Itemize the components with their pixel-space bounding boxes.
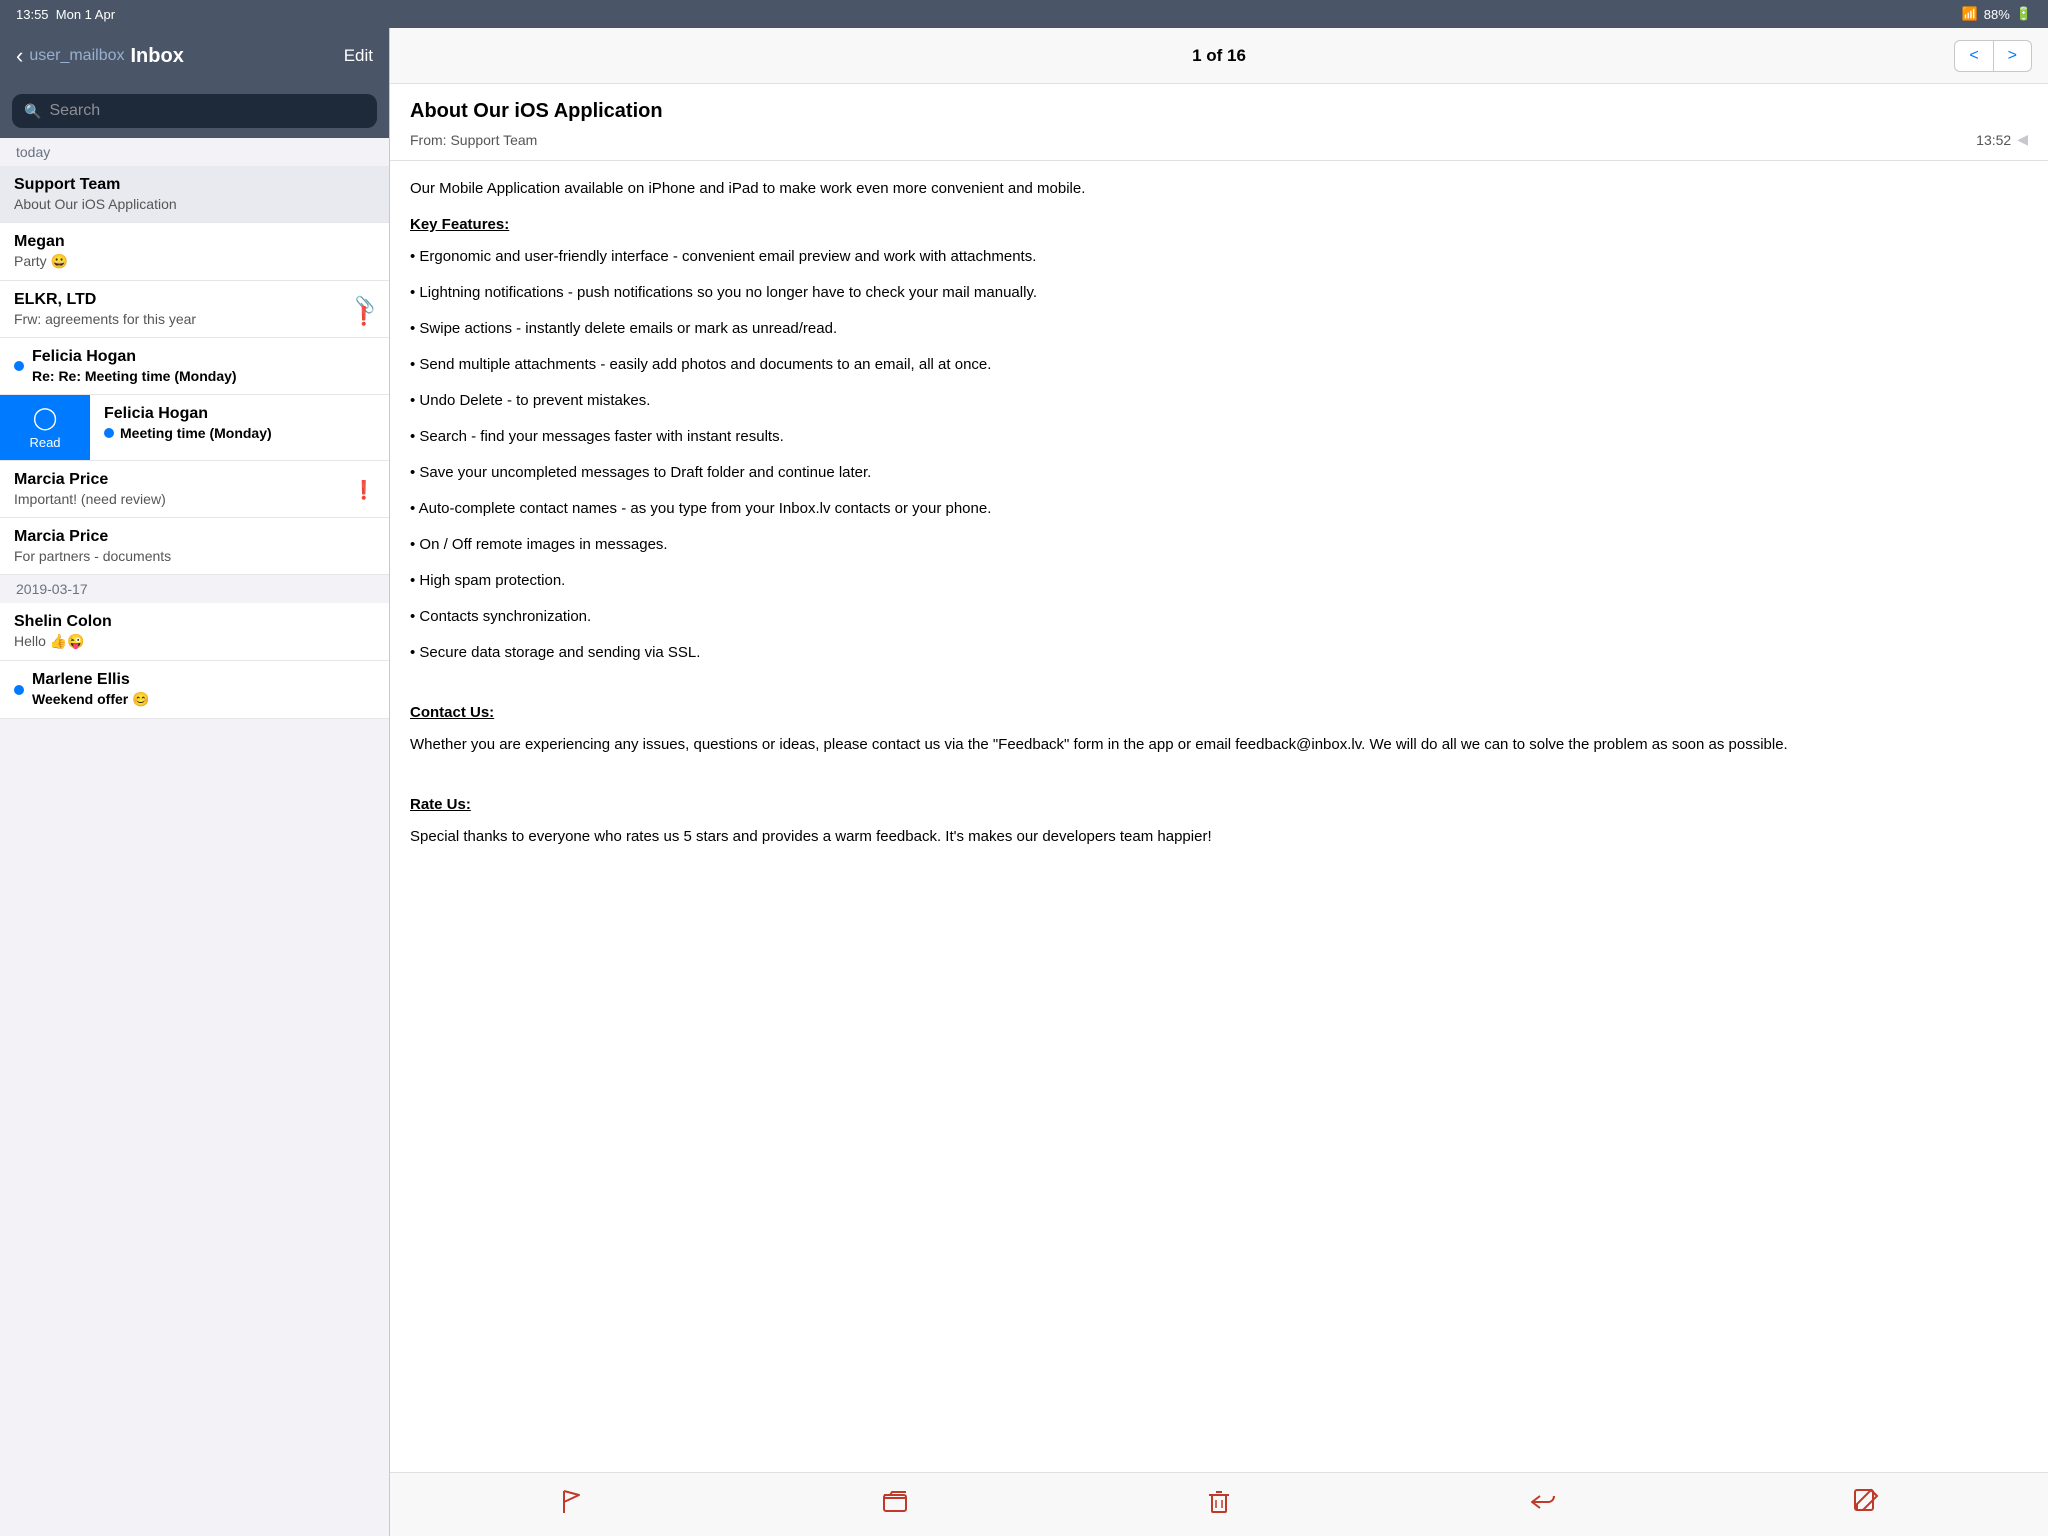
email-subject-swipe: Meeting time (Monday) [120,425,272,441]
email-sender: Marlene Ellis [32,671,375,689]
email-time-wrap: 13:52 ◀ [1976,131,2028,148]
nav-next-button[interactable]: > [1993,40,2032,72]
contact-us-text: Whether you are experiencing any issues,… [410,733,2028,757]
status-time-date: 13:55 Mon 1 Apr [16,7,115,22]
status-indicators: 📶 88% 🔋 [1962,6,2032,22]
reply-button[interactable] [1522,1480,1564,1529]
rate-us-text: Special thanks to everyone who rates us … [410,825,2028,849]
battery-label: 88% [1984,7,2010,22]
sidebar: ‹ user_mailbox Inbox Edit 🔍 Search today… [0,28,390,1536]
swipe-read-label: Read [29,435,60,450]
back-button[interactable]: ‹ [16,43,23,69]
rate-us-heading: Rate Us: [410,793,2028,817]
bullet-7: • Save your uncompleted messages to Draf… [410,461,2028,485]
nav-counter: 1 of 16 [1192,46,1246,66]
email-item-support[interactable]: Support Team About Our iOS Application [0,166,389,223]
sidebar-header-left: ‹ user_mailbox Inbox [16,43,184,69]
email-header: About Our iOS Application From: Support … [390,84,2048,161]
status-bar: 13:55 Mon 1 Apr 📶 88% 🔋 [0,0,2048,28]
unread-dot [14,685,24,695]
mailbox-name[interactable]: user_mailbox [29,47,124,65]
read-circle-icon: ◯ [33,405,58,431]
priority-icon: ❗ [353,480,375,498]
battery-icon: 🔋 [2016,6,2032,22]
email-item-megan[interactable]: Megan Party 😀 [0,223,389,281]
bullet-3: • Swipe actions - instantly delete email… [410,317,2028,341]
bullet-12: • Secure data storage and sending via SS… [410,641,2028,665]
email-body: Our Mobile Application available on iPho… [390,161,2048,1472]
email-subject: Re: Re: Meeting time (Monday) [32,368,375,384]
search-input-wrap[interactable]: 🔍 Search [12,94,377,128]
email-sender: Marcia Price [14,471,353,489]
email-title: About Our iOS Application [410,100,2028,123]
folder-button[interactable] [874,1480,916,1529]
email-sender: Shelin Colon [14,613,375,631]
key-features-bullets: • Ergonomic and user-friendly interface … [410,245,2028,665]
bullet-6: • Search - find your messages faster wit… [410,425,2028,449]
email-list: today Support Team About Our iOS Applica… [0,138,389,1536]
swipe-content[interactable]: Felicia Hogan Meeting time (Monday) [90,395,389,460]
email-subject: Hello 👍😜 [14,633,375,650]
email-subject: Important! (need review) [14,491,353,507]
email-sender: Felicia Hogan [32,348,375,366]
contact-us-heading: Contact Us: [410,701,2028,725]
section-today: today [0,138,389,166]
content-pane: 1 of 16 < > About Our iOS Application Fr… [390,28,2048,1536]
bullet-10: • High spam protection. [410,569,2028,593]
bullet-1: • Ergonomic and user-friendly interface … [410,245,2028,269]
email-subject: Party 😀 [14,253,375,270]
search-icon: 🔍 [24,103,41,120]
bullet-2: • Lightning notifications - push notific… [410,281,2028,305]
bullet-11: • Contacts synchronization. [410,605,2028,629]
priority-icon: ❗ [353,306,375,327]
email-item-shelin[interactable]: Shelin Colon Hello 👍😜 [0,603,389,661]
search-placeholder: Search [49,102,100,120]
email-subject: Frw: agreements for this year [14,311,353,327]
email-sender: Felicia Hogan [104,405,375,423]
email-sender: Marcia Price [14,528,375,546]
bullet-8: • Auto-complete contact names - as you t… [410,497,2028,521]
nav-prev-button[interactable]: < [1954,40,1992,72]
delete-button[interactable] [1198,1480,1240,1529]
swipe-read-button[interactable]: ◯ Read [0,395,90,460]
email-sender: ELKR, LTD [14,291,353,309]
bullet-4: • Send multiple attachments - easily add… [410,353,2028,377]
email-meta: From: Support Team 13:52 ◀ [410,131,2028,148]
email-item-marcia-1[interactable]: Marcia Price Important! (need review) ❗ [0,461,389,518]
email-intro: Our Mobile Application available on iPho… [410,177,2028,201]
email-item-marlene[interactable]: Marlene Ellis Weekend offer 😊 [0,661,389,719]
email-subject: For partners - documents [14,548,375,564]
section-date-2019: 2019-03-17 [0,575,389,603]
swipe-overlay: ◯ Read Felicia Hogan Meeting time (Monda… [0,395,389,461]
bullet-5: • Undo Delete - to prevent mistakes. [410,389,2028,413]
email-item-elkr[interactable]: ELKR, LTD Frw: agreements for this year … [0,281,389,338]
inbox-title: Inbox [130,45,183,68]
flag-button[interactable] [551,1481,593,1529]
compose-button[interactable] [1845,1480,1887,1529]
wifi-icon: 📶 [1962,6,1978,22]
bottom-toolbar [390,1472,2048,1536]
bullet-9: • On / Off remote images in messages. [410,533,2028,557]
search-bar-container: 🔍 Search [0,84,389,138]
email-subject: About Our iOS Application [14,196,375,212]
email-item-marcia-2[interactable]: Marcia Price For partners - documents [0,518,389,575]
email-subject: Weekend offer 😊 [32,691,375,708]
content-toolbar: 1 of 16 < > [390,28,2048,84]
edit-button[interactable]: Edit [344,46,373,66]
email-sender: Support Team [14,176,375,194]
email-item-felicia-unread[interactable]: Felicia Hogan Re: Re: Meeting time (Mond… [0,338,389,395]
sidebar-header: ‹ user_mailbox Inbox Edit [0,28,389,84]
key-features-heading: Key Features: [410,213,2028,237]
email-time: 13:52 [1976,132,2011,148]
main-container: ‹ user_mailbox Inbox Edit 🔍 Search today… [0,28,2048,1536]
detail-arrow[interactable]: ◀ [2017,131,2028,148]
unread-dot [104,428,114,438]
email-from: From: Support Team [410,132,537,148]
unread-dot [14,361,24,371]
email-sender: Megan [14,233,375,251]
nav-buttons: < > [1954,40,2032,72]
